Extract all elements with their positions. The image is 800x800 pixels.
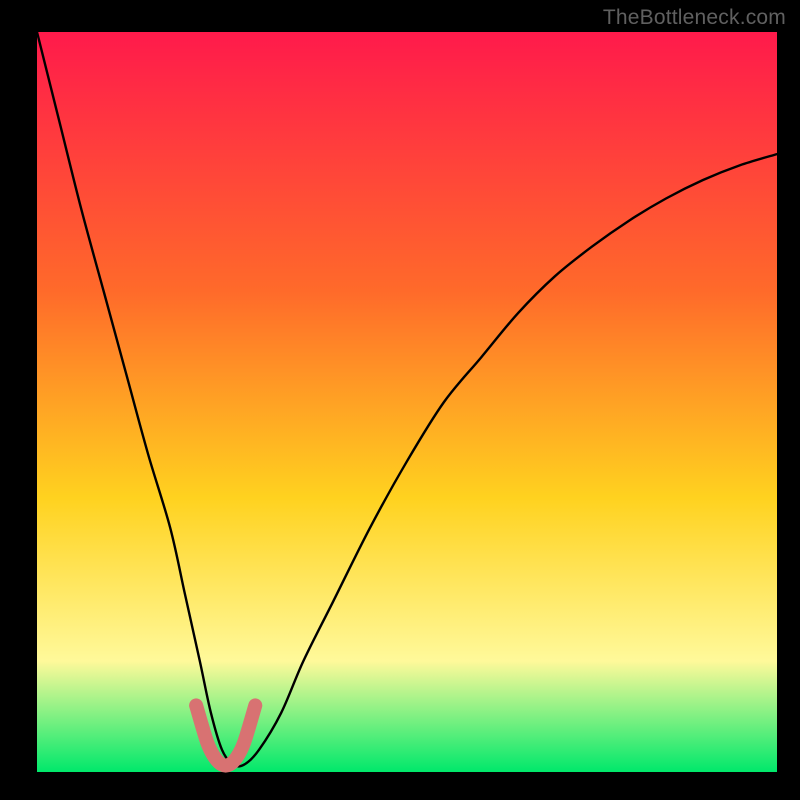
chart-frame: { "watermark": "TheBottleneck.com", "col… (0, 0, 800, 800)
bottleneck-chart (0, 0, 800, 800)
watermark-text: TheBottleneck.com (603, 6, 786, 30)
plot-area (37, 32, 777, 772)
